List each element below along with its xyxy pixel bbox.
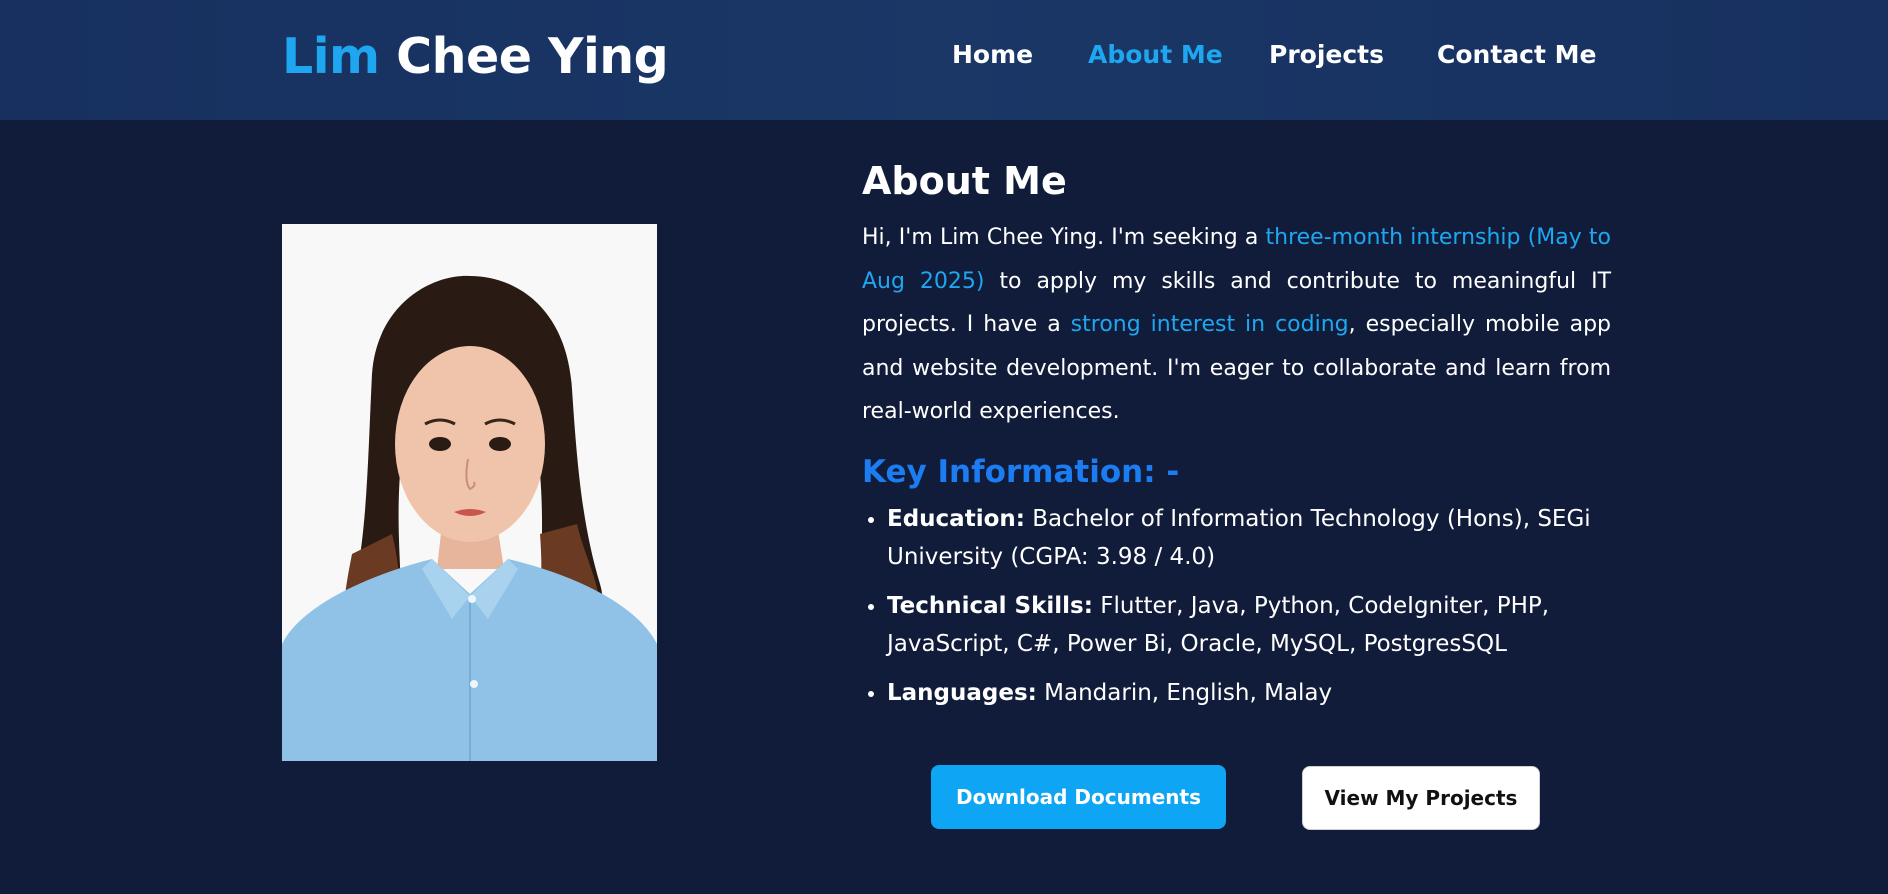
intro-highlight-coding: strong interest in coding <box>1070 312 1349 337</box>
nav-about-me[interactable]: About Me <box>1088 40 1223 69</box>
info-education-label: Education: <box>887 505 1025 532</box>
about-section: About Me Hi, I'm Lim Chee Ying. I'm seek… <box>862 158 1611 722</box>
view-my-projects-button[interactable]: View My Projects <box>1302 766 1540 830</box>
info-education: Education: Bachelor of Information Techn… <box>868 500 1611 577</box>
about-intro: Hi, I'm Lim Chee Ying. I'm seeking a thr… <box>862 216 1611 434</box>
nav-home[interactable]: Home <box>952 40 1033 69</box>
logo-first-name: Lim <box>282 28 380 85</box>
site-header: Lim Chee Ying Home About Me Projects Con… <box>0 0 1888 120</box>
info-languages: Languages: Mandarin, English, Malay <box>868 674 1611 713</box>
info-languages-value: Mandarin, English, Malay <box>1036 679 1333 706</box>
intro-text-1: Hi, I'm Lim Chee Ying. I'm seeking a <box>862 225 1266 250</box>
about-title: About Me <box>862 159 1067 203</box>
key-information-title: Key Information: - <box>862 453 1180 490</box>
info-technical-skills: Technical Skills: Flutter, Java, Python,… <box>868 587 1611 664</box>
info-languages-label: Languages: <box>887 679 1037 706</box>
profile-photo <box>282 224 657 761</box>
download-documents-button[interactable]: Download Documents <box>931 765 1226 829</box>
profile-photo-illustration <box>282 224 657 761</box>
logo-rest-name: Chee Ying <box>379 28 669 85</box>
key-information-list: Education: Bachelor of Information Techn… <box>862 500 1611 713</box>
info-technical-skills-label: Technical Skills: <box>887 592 1093 619</box>
nav-contact-me[interactable]: Contact Me <box>1437 40 1596 69</box>
site-logo[interactable]: Lim Chee Ying <box>282 28 669 85</box>
nav-projects[interactable]: Projects <box>1269 40 1384 69</box>
